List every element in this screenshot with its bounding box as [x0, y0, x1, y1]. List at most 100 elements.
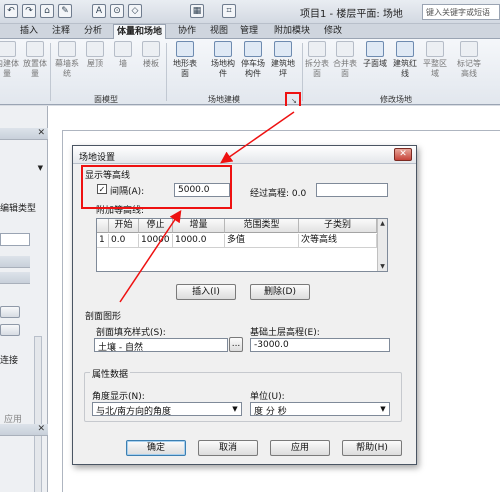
floor-button[interactable]: 楼板: [138, 41, 164, 69]
building-pad-button[interactable]: 建筑地坪: [270, 41, 296, 79]
dialog-title-bar: 场地设置 ✕: [73, 146, 416, 164]
angle-display-select[interactable]: 与北/南方向的角度 ▼: [92, 402, 242, 416]
angle-display-label: 角度显示(N):: [92, 392, 145, 402]
title-bar: ↶ ↷ ⌂ ✎ A ⊙ ◇ ▦ ⌗ 项目1 - 楼层平面: 场地 键入关键字或短…: [0, 0, 500, 24]
tree-icon: [214, 41, 232, 57]
undo-icon[interactable]: ↶: [4, 4, 18, 18]
table-header-stop[interactable]: 停止: [139, 219, 173, 233]
units-select[interactable]: 度 分 秒 ▼: [250, 402, 390, 416]
tab-addins[interactable]: 附加模块: [274, 24, 310, 39]
site-component-button[interactable]: 场地构件: [210, 41, 236, 79]
target-icon[interactable]: ⊙: [110, 4, 124, 18]
window-title: 项目1 - 楼层平面: 场地: [300, 9, 403, 20]
dialog-title: 场地设置: [79, 153, 116, 163]
type-field[interactable]: [0, 233, 30, 246]
fill-style-label: 剖面填充样式(S):: [96, 328, 166, 338]
panel-button[interactable]: [0, 324, 20, 336]
wall-icon: [114, 41, 132, 57]
section-graphics-label: 剖面图形: [85, 312, 122, 322]
panel-button[interactable]: [0, 306, 20, 318]
pencil-icon[interactable]: ✎: [58, 4, 72, 18]
merge-surface-icon: [336, 41, 354, 57]
table-header-start[interactable]: 开始: [109, 219, 139, 233]
building-pad-icon: [274, 41, 292, 57]
contour-table[interactable]: 开始 停止 增量 范围类型 子类别 1 0.0 10000 1000.0 多值 …: [96, 218, 388, 272]
chevron-down-icon: ▼: [232, 405, 238, 413]
redo-icon[interactable]: ↷: [22, 4, 36, 18]
table-cell-range-type[interactable]: 多值: [225, 234, 299, 248]
label-contours-icon: [460, 41, 478, 57]
car-icon: [244, 41, 262, 57]
graded-region-button[interactable]: 平整区域: [422, 41, 448, 79]
mass-icon: [0, 41, 16, 57]
delete-button[interactable]: 删除(D): [250, 284, 310, 300]
home-icon[interactable]: ⌂: [40, 4, 54, 18]
toposurface-button[interactable]: 地形表面: [172, 41, 198, 79]
edit-type-link[interactable]: 编辑类型: [0, 201, 36, 214]
group-label-model-site: 场地建模: [208, 95, 240, 104]
table-header-increment[interactable]: 增量: [173, 219, 225, 233]
tab-modify[interactable]: 修改: [324, 24, 342, 39]
fill-style-input[interactable]: 土壤 - 自然: [94, 338, 228, 352]
ribbon-panel: 内建体量 放置体量 幕墙系统 屋顶 墙 楼板 地形表面 场地构件 停车场构件 建…: [0, 39, 500, 105]
dropdown-arrow-icon[interactable]: ▼: [38, 164, 43, 172]
table-header-subcategory[interactable]: 子类别: [299, 219, 377, 233]
apply-dialog-button[interactable]: 应用: [270, 440, 330, 456]
table-header-range-type[interactable]: 范围类型: [225, 219, 299, 233]
chevron-down-icon: ▼: [380, 405, 386, 413]
tab-annotate[interactable]: 注释: [52, 24, 70, 39]
table-cell-subcategory[interactable]: 次等高线: [299, 234, 377, 248]
close-icon[interactable]: ✕: [37, 128, 45, 138]
panel-header: ✕: [0, 128, 48, 140]
place-mass-button[interactable]: 放置体量: [22, 41, 48, 79]
merge-surface-button[interactable]: 合并表面: [332, 41, 358, 79]
group-label-conceptual-mass: 面模型: [94, 95, 118, 104]
3d-view-icon[interactable]: ◇: [128, 4, 142, 18]
tab-view[interactable]: 视图: [210, 24, 228, 39]
grid-icon[interactable]: ⌗: [222, 4, 236, 18]
tab-collaborate[interactable]: 协作: [178, 24, 196, 39]
base-elevation-input[interactable]: -3000.0: [250, 338, 390, 352]
tab-massing-site[interactable]: 体量和场地: [113, 24, 167, 39]
base-elevation-label: 基础土层高程(E):: [250, 328, 320, 338]
table-scrollbar[interactable]: ▲ ▼: [377, 219, 387, 271]
table-cell-start[interactable]: 0.0: [109, 234, 139, 248]
scroll-up-icon[interactable]: ▲: [378, 219, 387, 228]
parking-component-button[interactable]: 停车场构件: [240, 41, 266, 79]
in-place-mass-button[interactable]: 内建体量: [0, 41, 20, 79]
dialog-launcher-icon[interactable]: ↘: [291, 97, 297, 105]
close-icon[interactable]: ✕: [37, 424, 45, 434]
properties-panel: ✕ ▼ 编辑类型 连接 应用 ✕: [0, 106, 48, 492]
roof-button[interactable]: 屋顶: [82, 41, 108, 69]
help-button[interactable]: 帮助(H): [342, 440, 402, 456]
window-switch-icon[interactable]: ▦: [190, 4, 204, 18]
subregion-button[interactable]: 子面域: [362, 41, 388, 69]
insert-button[interactable]: 插入(I): [176, 284, 236, 300]
split-surface-icon: [308, 41, 326, 57]
panel-header: ✕: [0, 424, 48, 436]
fill-style-browse-button[interactable]: ...: [229, 337, 243, 352]
elevation-input[interactable]: [316, 183, 388, 197]
curtain-system-button[interactable]: 幕墙系统: [54, 41, 80, 79]
cancel-button[interactable]: 取消: [198, 440, 258, 456]
table-cell-stop[interactable]: 10000: [139, 234, 173, 248]
ok-button[interactable]: 确定: [126, 440, 186, 456]
split-surface-button[interactable]: 拆分表面: [304, 41, 330, 79]
panel-scrollbar[interactable]: [34, 336, 42, 492]
search-input[interactable]: 键入关键字或短语: [422, 4, 500, 20]
table-cell-increment[interactable]: 1000.0: [173, 234, 225, 248]
toposurface-icon: [176, 41, 194, 57]
curtain-system-icon: [58, 41, 76, 57]
wall-button[interactable]: 墙: [110, 41, 136, 69]
group-separator: [166, 43, 167, 101]
scroll-down-icon[interactable]: ▼: [378, 262, 387, 271]
property-line-button[interactable]: 建筑红线: [392, 41, 418, 79]
tab-insert[interactable]: 插入: [20, 24, 38, 39]
contour-highlight-box: [81, 165, 232, 209]
ribbon-tabs: 插入 注释 分析 体量和场地 协作 视图 管理 附加模块 修改: [0, 24, 500, 39]
close-icon[interactable]: ✕: [394, 148, 412, 161]
label-contours-button[interactable]: 标记等高线: [456, 41, 482, 79]
tab-manage[interactable]: 管理: [240, 24, 258, 39]
tab-analyze[interactable]: 分析: [84, 24, 102, 39]
text-icon[interactable]: A: [92, 4, 106, 18]
